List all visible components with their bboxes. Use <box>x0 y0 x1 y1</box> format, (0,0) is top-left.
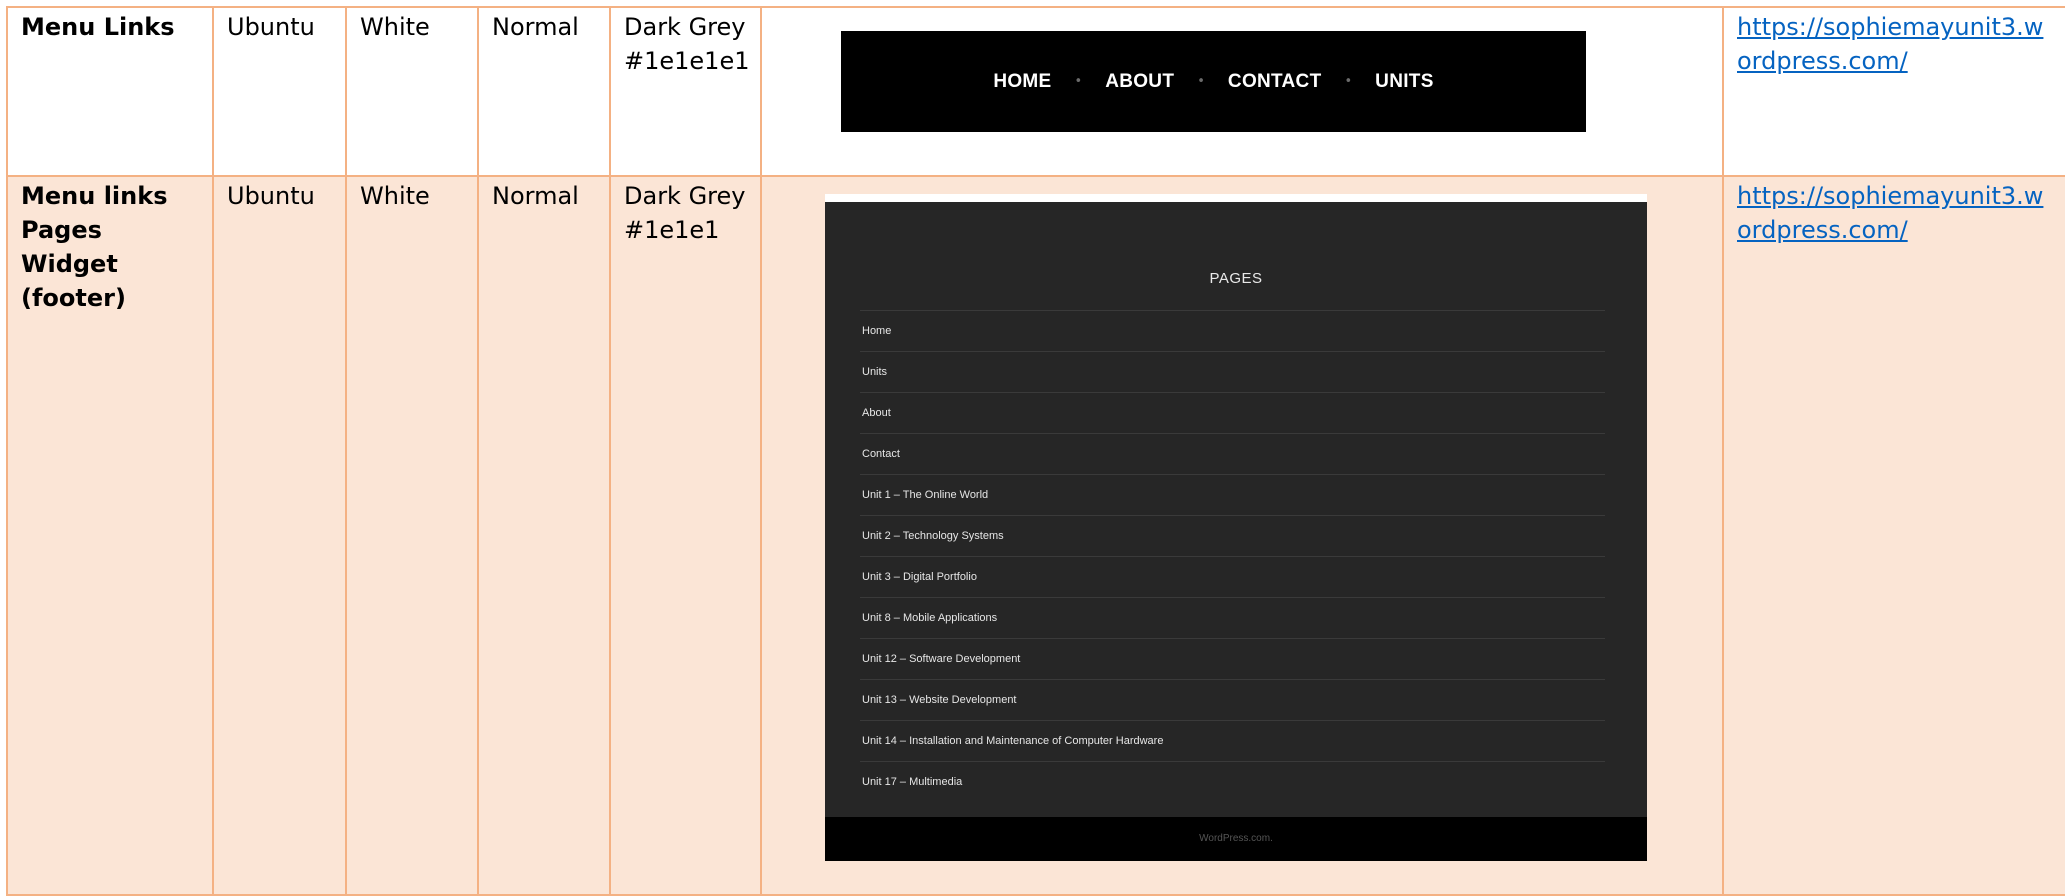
widget-title: PAGES <box>1209 270 1263 287</box>
font-cell: Ubuntu <box>212 175 347 896</box>
pages-widget-screenshot: PAGES Home Units About Contact Unit 1 – … <box>825 194 1647 861</box>
style-guide-table: Menu Links Ubuntu White Normal Dark Grey… <box>6 6 2065 896</box>
list-item: Unit 2 – Technology Systems <box>860 515 1605 556</box>
list-item: Unit 3 – Digital Portfolio <box>860 556 1605 597</box>
widget-footer: WordPress.com. <box>825 817 1647 861</box>
link-cell: https://sophiemayunit3.wordpress.com/ <box>1722 6 2065 177</box>
list-item: Unit 12 – Software Development <box>860 638 1605 679</box>
list-item: Unit 8 – Mobile Applications <box>860 597 1605 638</box>
table-row: Menu Links Ubuntu White Normal Dark Grey… <box>6 6 2065 177</box>
nav-separator-icon: • <box>1344 73 1353 89</box>
list-item: Units <box>860 351 1605 392</box>
nav-item-contact: CONTACT <box>1227 70 1322 92</box>
nav-item-units: UNITS <box>1375 70 1434 92</box>
list-item: Unit 1 – The Online World <box>860 474 1605 515</box>
widget-body: PAGES Home Units About Contact Unit 1 – … <box>825 202 1647 817</box>
site-link[interactable]: https://sophiemayunit3.wordpress.com/ <box>1737 13 2043 75</box>
nav-item-about: ABOUT <box>1105 70 1175 92</box>
font-cell: Ubuntu <box>212 6 347 177</box>
colour-cell: White <box>345 175 479 896</box>
list-item: Unit 17 – Multimedia <box>860 761 1605 802</box>
weight-cell: Normal <box>477 175 611 896</box>
table-row: Menu links Pages Widget (footer) Ubuntu … <box>6 175 2065 896</box>
weight-cell: Normal <box>477 6 611 177</box>
list-item: Home <box>860 310 1605 351</box>
screenshot-cell: PAGES Home Units About Contact Unit 1 – … <box>760 175 1724 896</box>
link-cell: https://sophiemayunit3.wordpress.com/ <box>1722 175 2065 896</box>
element-cell: Menu Links <box>6 6 214 177</box>
element-cell: Menu links Pages Widget (footer) <box>6 175 214 896</box>
widget-page-list: Home Units About Contact Unit 1 – The On… <box>860 310 1605 802</box>
background-cell: Dark Grey #1e1e1 <box>609 175 762 896</box>
site-link[interactable]: https://sophiemayunit3.wordpress.com/ <box>1737 182 2043 244</box>
nav-separator-icon: • <box>1074 73 1083 89</box>
screenshot-cell: HOME • ABOUT • CONTACT • UNITS <box>760 6 1724 177</box>
colour-cell: White <box>345 6 479 177</box>
list-item: Unit 14 – Installation and Maintenance o… <box>860 720 1605 761</box>
list-item: About <box>860 392 1605 433</box>
list-item: Contact <box>860 433 1605 474</box>
nav-separator-icon: • <box>1197 73 1205 89</box>
background-cell: Dark Grey #1e1e1e1 <box>609 6 762 177</box>
nav-item-home: HOME <box>993 70 1052 92</box>
nav-bar-screenshot: HOME • ABOUT • CONTACT • UNITS <box>841 31 1586 132</box>
list-item: Unit 13 – Website Development <box>860 679 1605 720</box>
